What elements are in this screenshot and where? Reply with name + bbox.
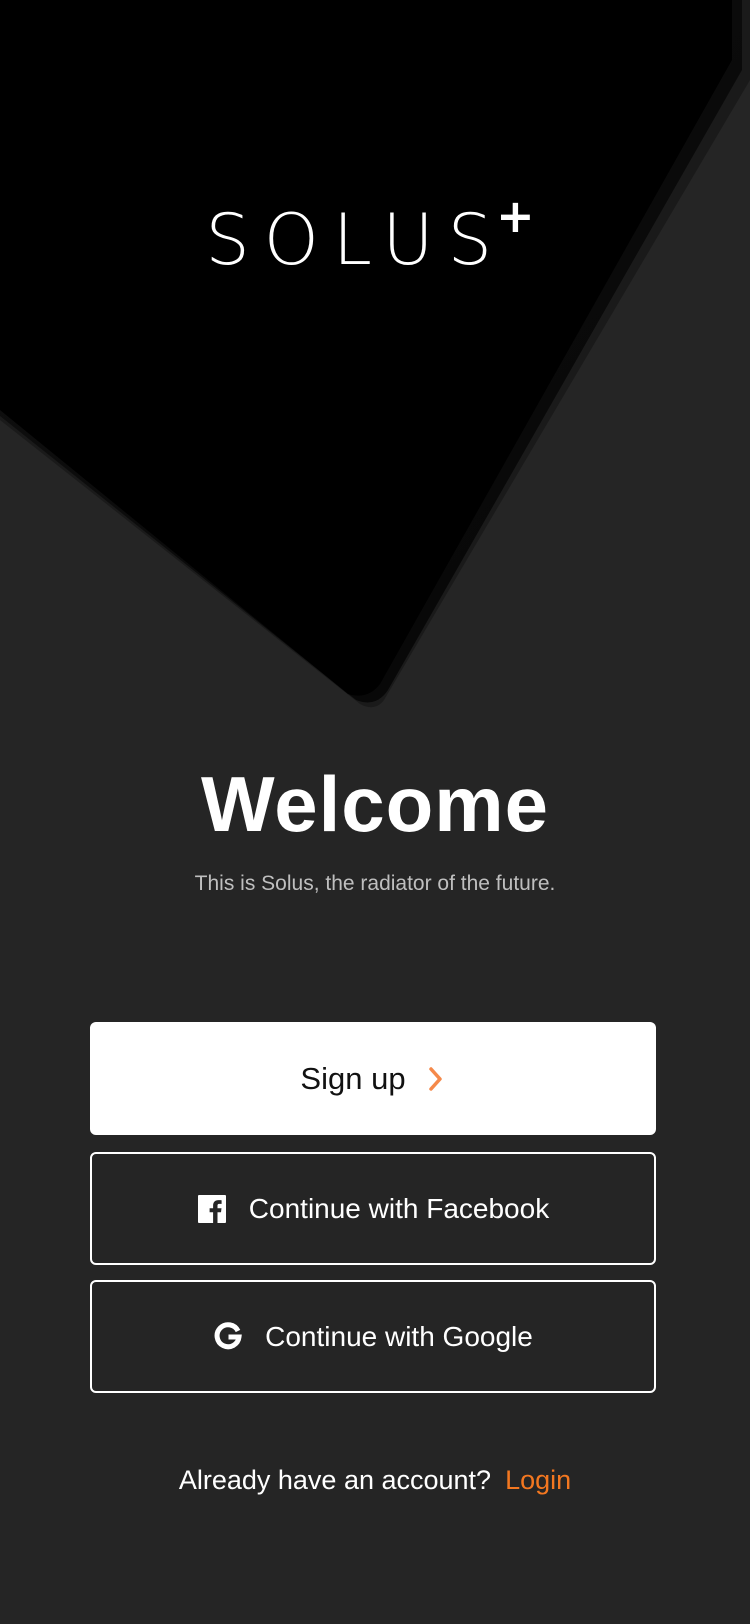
welcome-subtitle: This is Solus, the radiator of the futur… bbox=[194, 872, 556, 895]
hero-background bbox=[0, 0, 750, 708]
login-prompt: Already have an account? Login bbox=[0, 1464, 750, 1496]
sign-up-button[interactable]: Sign up bbox=[90, 1022, 656, 1135]
solus-logo: SOLUS+ bbox=[0, 193, 750, 281]
logo-plus-mark: + bbox=[496, 189, 535, 243]
continue-with-google-label: Continue with Google bbox=[265, 1320, 533, 1352]
continue-with-google-button[interactable]: Continue with Google bbox=[90, 1280, 656, 1393]
login-link[interactable]: Login bbox=[505, 1465, 571, 1495]
continue-with-facebook-button[interactable]: Continue with Facebook bbox=[90, 1152, 656, 1265]
google-icon bbox=[213, 1321, 243, 1352]
welcome-screen: SOLUS+ Welcome This is Solus, the radiat… bbox=[0, 0, 750, 1624]
chevron-right-icon bbox=[426, 1065, 446, 1093]
facebook-icon bbox=[197, 1194, 227, 1224]
login-prompt-text: Already have an account? bbox=[178, 1465, 492, 1495]
welcome-title: Welcome bbox=[200, 760, 550, 848]
continue-with-facebook-label: Continue with Facebook bbox=[248, 1192, 550, 1224]
logo-wordmark: SOLUS bbox=[205, 199, 507, 281]
sign-up-label: Sign up bbox=[300, 1061, 406, 1096]
